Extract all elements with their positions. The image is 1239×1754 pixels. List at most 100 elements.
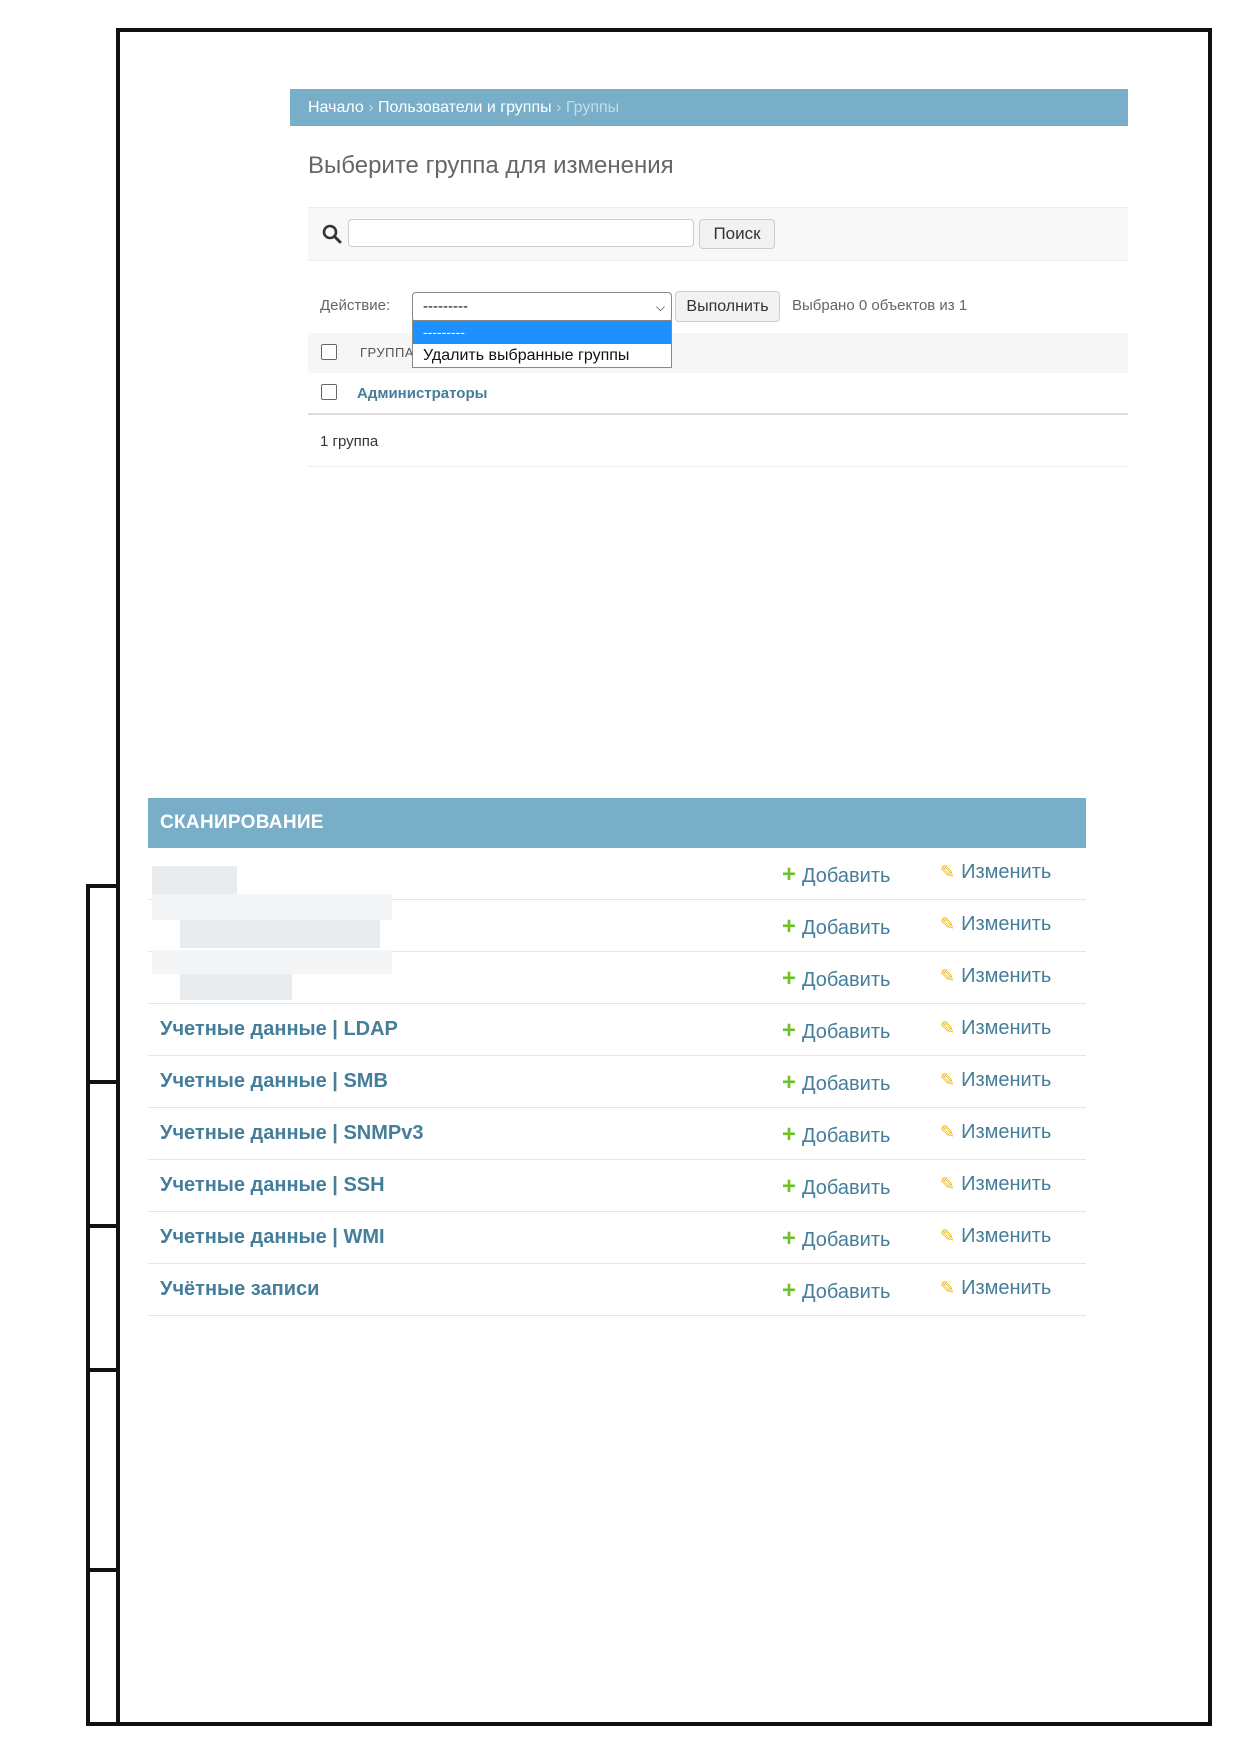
plus-icon: + (782, 1173, 797, 1200)
dropdown-option-delete[interactable]: Удалить выбранные группы (413, 344, 671, 367)
action-dropdown-list: --------- Удалить выбранные группы (412, 320, 672, 368)
pencil-icon: ✎ (940, 966, 956, 986)
plus-icon: + (782, 913, 797, 940)
breadcrumb-current: Группы (565, 99, 620, 116)
breadcrumb-home-link[interactable]: Начало (308, 99, 364, 116)
pencil-icon: ✎ (940, 862, 956, 882)
module-row: + Добавить ✎ Изменить (148, 894, 1086, 952)
redacted-block (180, 920, 380, 948)
breadcrumb-separator: › (556, 99, 562, 116)
plus-icon: + (782, 1121, 797, 1148)
plus-icon: + (782, 1069, 797, 1096)
module-row: Учетные данные | SNMPv3 + Добавить ✎ Измен… (148, 1108, 1086, 1160)
change-label: Изменить (961, 1069, 1052, 1091)
add-link[interactable]: + Добавить (782, 965, 890, 993)
pencil-icon: ✎ (940, 1226, 956, 1246)
model-link[interactable]: Учетные данные | SMB (160, 1070, 388, 1093)
action-select-value: --------- (423, 298, 468, 315)
run-action-button[interactable]: Выполнить (675, 291, 780, 322)
change-link[interactable]: ✎ Изменить (940, 1121, 1051, 1144)
add-link[interactable]: + Добавить (782, 1069, 890, 1097)
add-link[interactable]: + Добавить (782, 1225, 890, 1253)
margin-box (86, 884, 120, 1084)
group-link[interactable]: Администраторы (357, 385, 487, 402)
add-link[interactable]: + Добавить (782, 1277, 890, 1305)
change-label: Изменить (961, 1121, 1052, 1143)
select-all-checkbox[interactable] (321, 344, 337, 360)
change-label: Изменить (961, 1225, 1052, 1247)
plus-icon: + (782, 1225, 797, 1252)
result-count: 1 группа (320, 433, 379, 450)
breadcrumb: Начало › Пользователи и группы › Группы (290, 89, 1128, 126)
redacted-block (152, 894, 392, 920)
add-label: Добавить (802, 865, 891, 887)
breadcrumb-section-link[interactable]: Пользователи и группы (378, 99, 552, 116)
search-button[interactable]: Поиск (699, 219, 775, 249)
add-label: Добавить (802, 917, 891, 939)
change-link[interactable]: ✎ Изменить (940, 913, 1051, 936)
redacted-block (152, 866, 237, 894)
change-label: Изменить (961, 861, 1052, 883)
change-link[interactable]: ✎ Изменить (940, 861, 1051, 884)
search-toolbar: Поиск (308, 207, 1128, 261)
change-link[interactable]: ✎ Изменить (940, 1017, 1051, 1040)
change-link[interactable]: ✎ Изменить (940, 1225, 1051, 1248)
redacted-block (152, 950, 392, 974)
model-link[interactable]: Учетные данные | LDAP (160, 1018, 398, 1041)
module-row: Учетные данные | SMB + Добавить ✎ Изменить (148, 1056, 1086, 1108)
pencil-icon: ✎ (940, 1122, 956, 1142)
module-caption: СКАНИРОВАНИЕ (148, 798, 1086, 848)
module-row: Учетные данные | WMI + Добавить ✎ Изменить (148, 1212, 1086, 1264)
add-label: Добавить (802, 1177, 891, 1199)
plus-icon: + (782, 1277, 797, 1304)
add-link[interactable]: + Добавить (782, 861, 890, 889)
model-link[interactable]: Учетные данные | SSH (160, 1174, 385, 1197)
pencil-icon: ✎ (940, 1174, 956, 1194)
breadcrumb-separator: › (368, 99, 374, 116)
add-link[interactable]: + Добавить (782, 1121, 890, 1149)
table-row: Администраторы (308, 373, 1128, 415)
column-header-group[interactable]: ГРУППА (360, 345, 414, 360)
change-label: Изменить (961, 1017, 1052, 1039)
add-label: Добавить (802, 1073, 891, 1095)
redacted-block (180, 974, 292, 1000)
add-label: Добавить (802, 1281, 891, 1303)
dropdown-option[interactable]: --------- (413, 321, 671, 344)
action-label: Действие: (320, 297, 391, 314)
add-link[interactable]: + Добавить (782, 913, 890, 941)
add-label: Добавить (802, 1125, 891, 1147)
divider (308, 466, 1128, 467)
change-link[interactable]: ✎ Изменить (940, 1173, 1051, 1196)
change-link[interactable]: ✎ Изменить (940, 965, 1051, 988)
row-checkbox[interactable] (321, 384, 337, 400)
margin-box (86, 1080, 120, 1228)
plus-icon: + (782, 861, 797, 888)
pencil-icon: ✎ (940, 914, 956, 934)
change-link[interactable]: ✎ Изменить (940, 1069, 1051, 1092)
add-label: Добавить (802, 1021, 891, 1043)
change-label: Изменить (961, 965, 1052, 987)
module-row: + Добавить ✎ Изменить (148, 950, 1086, 1004)
plus-icon: + (782, 1017, 797, 1044)
module-row: Учетные данные | SSH + Добавить ✎ Изменить (148, 1160, 1086, 1212)
selected-count: Выбрано 0 объектов из 1 (792, 297, 968, 314)
margin-box (86, 1368, 120, 1572)
module-row: Учетные данные | LDAP + Добавить ✎ Изменит… (148, 1004, 1086, 1056)
change-link[interactable]: ✎ Изменить (940, 1277, 1051, 1300)
add-label: Добавить (802, 1229, 891, 1251)
model-link[interactable]: Учетные данные | WMI (160, 1226, 385, 1249)
scanning-module: СКАНИРОВАНИЕ + Добавить ✎ Изменить + Добави… (148, 798, 1086, 1316)
plus-icon: + (782, 965, 797, 992)
pencil-icon: ✎ (940, 1018, 956, 1038)
add-link[interactable]: + Добавить (782, 1173, 890, 1201)
page-title: Выберите группа для изменения (308, 152, 674, 179)
search-input[interactable] (348, 219, 694, 247)
model-link[interactable]: Учетные данные | SNMPv3 (160, 1122, 423, 1145)
search-icon (322, 224, 342, 244)
module-row: + Добавить ✎ Изменить (148, 848, 1086, 900)
add-link[interactable]: + Добавить (782, 1017, 890, 1045)
pencil-icon: ✎ (940, 1070, 956, 1090)
model-link[interactable]: Учётные записи (160, 1278, 319, 1301)
chevron-down-icon: ⌵ (655, 300, 665, 314)
action-select[interactable]: --------- ⌵ (412, 292, 672, 322)
